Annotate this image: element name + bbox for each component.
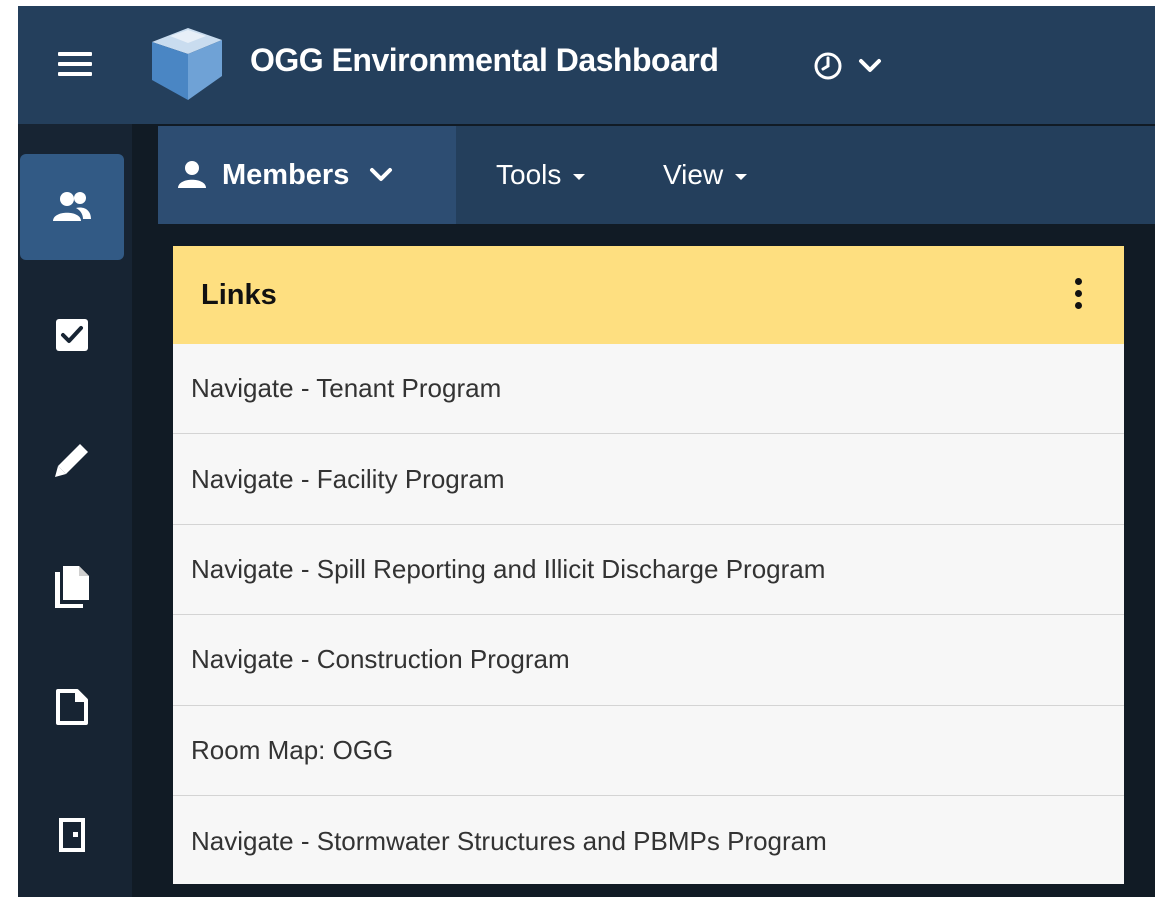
caret-down-icon — [573, 174, 586, 180]
rail-item-members[interactable] — [20, 154, 124, 260]
checkbox-icon — [56, 319, 88, 351]
view-label: View — [663, 159, 724, 190]
rail-item-page[interactable] — [20, 654, 124, 760]
tools-label: Tools — [496, 159, 562, 190]
pencil-icon — [55, 444, 88, 477]
link-facility-program[interactable]: Navigate - Facility Program — [173, 434, 1124, 525]
people-icon — [53, 192, 91, 221]
side-rail — [18, 124, 132, 897]
menu-icon[interactable] — [58, 52, 92, 78]
history-dropdown[interactable] — [810, 48, 890, 84]
app-title: OGG Environmental Dashboard — [250, 42, 719, 78]
view-menu[interactable]: View — [663, 126, 748, 224]
logo — [152, 28, 222, 100]
link-tenant-program[interactable]: Navigate - Tenant Program — [173, 344, 1124, 435]
link-construction-program[interactable]: Navigate - Construction Program — [173, 615, 1124, 706]
documents-icon — [55, 566, 89, 608]
app-window: OGG Environmental Dashboard Members Tool… — [18, 6, 1155, 897]
rail-item-edit[interactable] — [20, 407, 124, 513]
tools-menu[interactable]: Tools — [496, 126, 586, 224]
links-panel: Links Navigate - Tenant Program Navigate… — [173, 246, 1124, 884]
chevron-down-icon — [859, 59, 881, 72]
link-stormwater-program[interactable]: Navigate - Stormwater Structures and PBM… — [173, 796, 1124, 886]
more-options-icon[interactable] — [1072, 278, 1084, 314]
links-list: Navigate - Tenant Program Navigate - Fac… — [173, 344, 1124, 886]
link-room-map[interactable]: Room Map: OGG — [173, 706, 1124, 796]
links-panel-title: Links — [201, 278, 277, 311]
clock-icon — [814, 52, 842, 80]
toolbar: Members Tools View — [158, 126, 1155, 224]
door-icon — [59, 818, 85, 852]
app-header: OGG Environmental Dashboard — [18, 6, 1155, 124]
links-panel-header: Links — [173, 246, 1124, 344]
rail-item-tasks[interactable] — [20, 282, 124, 388]
link-spill-reporting-program[interactable]: Navigate - Spill Reporting and Illicit D… — [173, 525, 1124, 616]
members-label: Members — [222, 158, 350, 191]
person-icon — [178, 161, 206, 188]
caret-down-icon — [735, 174, 748, 180]
rail-item-documents[interactable] — [20, 534, 124, 640]
rail-item-exit[interactable] — [20, 782, 124, 888]
members-dropdown[interactable]: Members — [158, 126, 456, 224]
chevron-down-icon — [370, 168, 393, 181]
page-icon — [56, 689, 88, 725]
